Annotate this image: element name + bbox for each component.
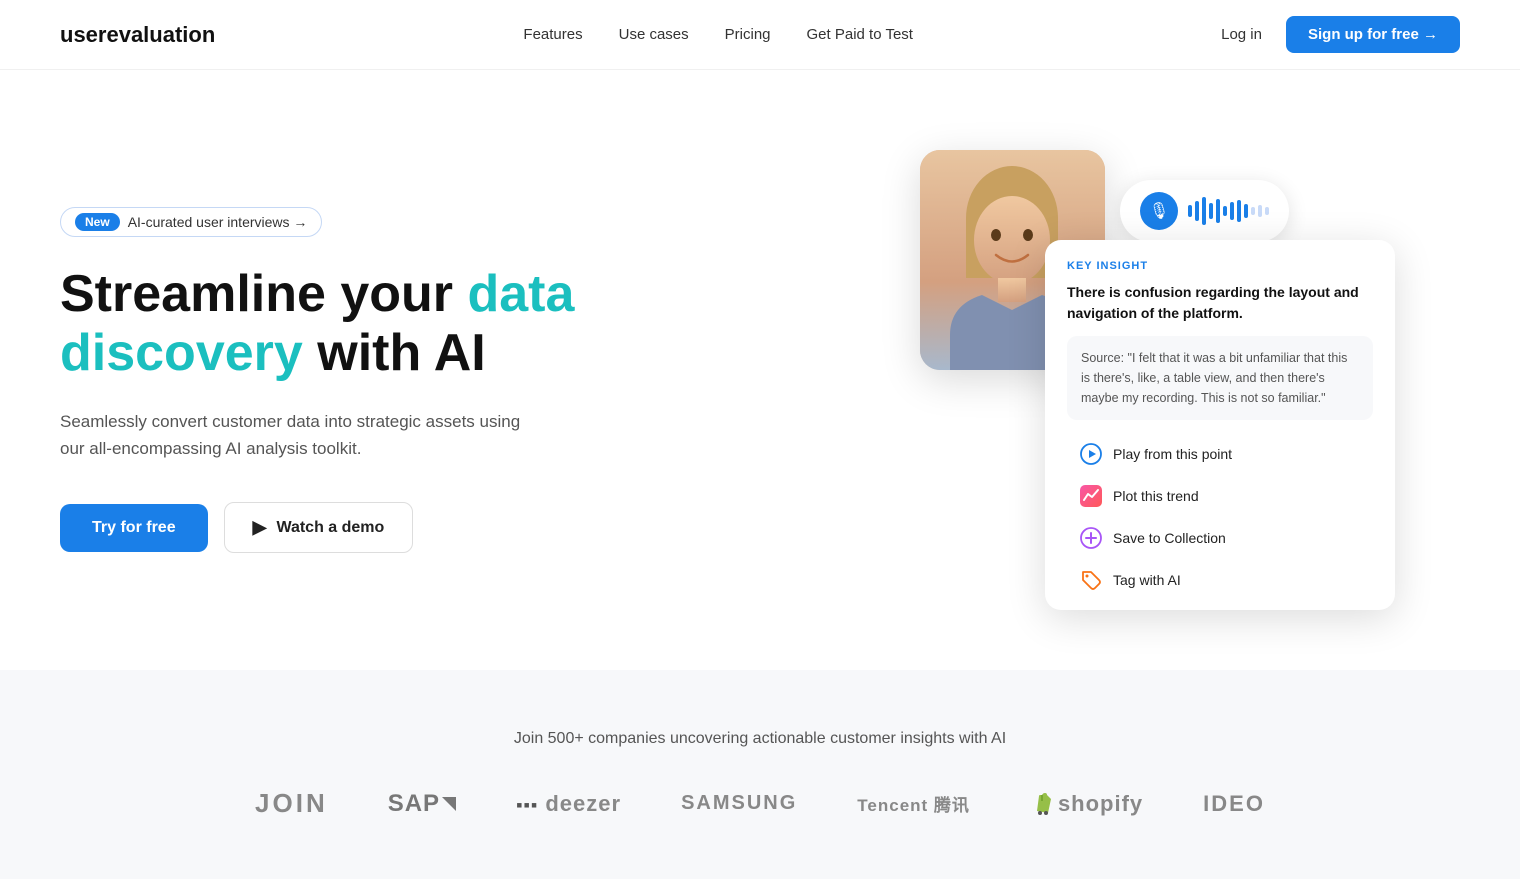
- hero-title-discovery: discovery: [60, 324, 303, 382]
- logo-ideo: IDEO: [1203, 791, 1265, 817]
- nav-actions: Log in Sign up for free →: [1221, 16, 1460, 53]
- audio-bar: 🎙: [1120, 180, 1289, 242]
- nav-link-pricing[interactable]: Pricing: [725, 26, 771, 43]
- action-tag[interactable]: Tag with AI: [1067, 560, 1373, 600]
- hero-subtitle: Seamlessly convert customer data into st…: [60, 408, 540, 462]
- insight-text: There is confusion regarding the layout …: [1067, 282, 1373, 324]
- save-icon: [1079, 527, 1103, 549]
- nav-signup-button[interactable]: Sign up for free →: [1286, 16, 1460, 53]
- hero-illustration: 🎙 KEY INSIGHT There is confusion regardi…: [900, 150, 1460, 610]
- nav-links: Features Use cases Pricing Get Paid to T…: [523, 26, 913, 44]
- logos-section: Join 500+ companies uncovering actionabl…: [0, 670, 1520, 879]
- hero-left: New AI-curated user interviews → Streaml…: [60, 207, 574, 554]
- action-play-label: Play from this point: [1113, 446, 1232, 462]
- hero-title-highlight: data: [467, 265, 574, 323]
- audio-wave: [1188, 197, 1269, 225]
- source-block: Source: "I felt that it was a bit unfami…: [1067, 336, 1373, 420]
- action-save[interactable]: Save to Collection: [1067, 518, 1373, 558]
- nav-logo[interactable]: userevaluation: [60, 22, 215, 48]
- badge-new-label: New: [75, 213, 120, 231]
- logos-row: JOIN SAP ▪▪▪ deezer SAMSUNG Tencent 腾讯 s…: [60, 788, 1460, 819]
- badge-text: AI-curated user interviews →: [128, 214, 308, 230]
- hero-title-line1: Streamline your data: [60, 265, 574, 323]
- navbar: userevaluation Features Use cases Pricin…: [0, 0, 1520, 70]
- nav-link-getpaid[interactable]: Get Paid to Test: [807, 26, 913, 43]
- try-for-free-button[interactable]: Try for free: [60, 504, 208, 552]
- watch-demo-label: Watch a demo: [276, 519, 384, 537]
- play-circle-icon: ▶: [253, 517, 267, 538]
- hero-badge[interactable]: New AI-curated user interviews →: [60, 207, 322, 237]
- nav-link-usecases[interactable]: Use cases: [619, 26, 689, 43]
- hero-title-with-ai: with AI: [303, 324, 486, 382]
- action-play[interactable]: Play from this point: [1067, 434, 1373, 474]
- insight-card: KEY INSIGHT There is confusion regarding…: [1045, 240, 1395, 610]
- action-tag-label: Tag with AI: [1113, 572, 1181, 588]
- key-insight-label: KEY INSIGHT: [1067, 260, 1373, 272]
- logo-shopify: shopify: [1030, 791, 1143, 817]
- nav-link-features[interactable]: Features: [523, 26, 582, 43]
- logo-join: JOIN: [255, 788, 328, 819]
- hero-buttons: Try for free ▶ Watch a demo: [60, 502, 574, 553]
- mic-icon: 🎙: [1140, 192, 1178, 230]
- action-trend[interactable]: Plot this trend: [1067, 476, 1373, 516]
- logo-deezer: ▪▪▪ deezer: [516, 791, 621, 817]
- logo-samsung: SAMSUNG: [681, 792, 797, 815]
- logo-tencent: Tencent 腾讯: [857, 791, 970, 816]
- action-trend-label: Plot this trend: [1113, 488, 1199, 504]
- play-icon: [1079, 443, 1103, 465]
- action-save-label: Save to Collection: [1113, 530, 1226, 546]
- logos-headline: Join 500+ companies uncovering actionabl…: [60, 730, 1460, 748]
- trend-icon: [1079, 485, 1103, 507]
- logo-sap: SAP: [388, 790, 456, 818]
- tag-icon: [1079, 569, 1103, 591]
- nav-login-button[interactable]: Log in: [1221, 26, 1262, 43]
- source-text: Source: "I felt that it was a bit unfami…: [1081, 348, 1359, 408]
- action-list: Play from this point Plot this trend: [1067, 434, 1373, 600]
- hero-section: New AI-curated user interviews → Streaml…: [0, 70, 1520, 670]
- hero-title: Streamline your data discovery with AI: [60, 265, 574, 385]
- watch-demo-button[interactable]: ▶ Watch a demo: [224, 502, 414, 553]
